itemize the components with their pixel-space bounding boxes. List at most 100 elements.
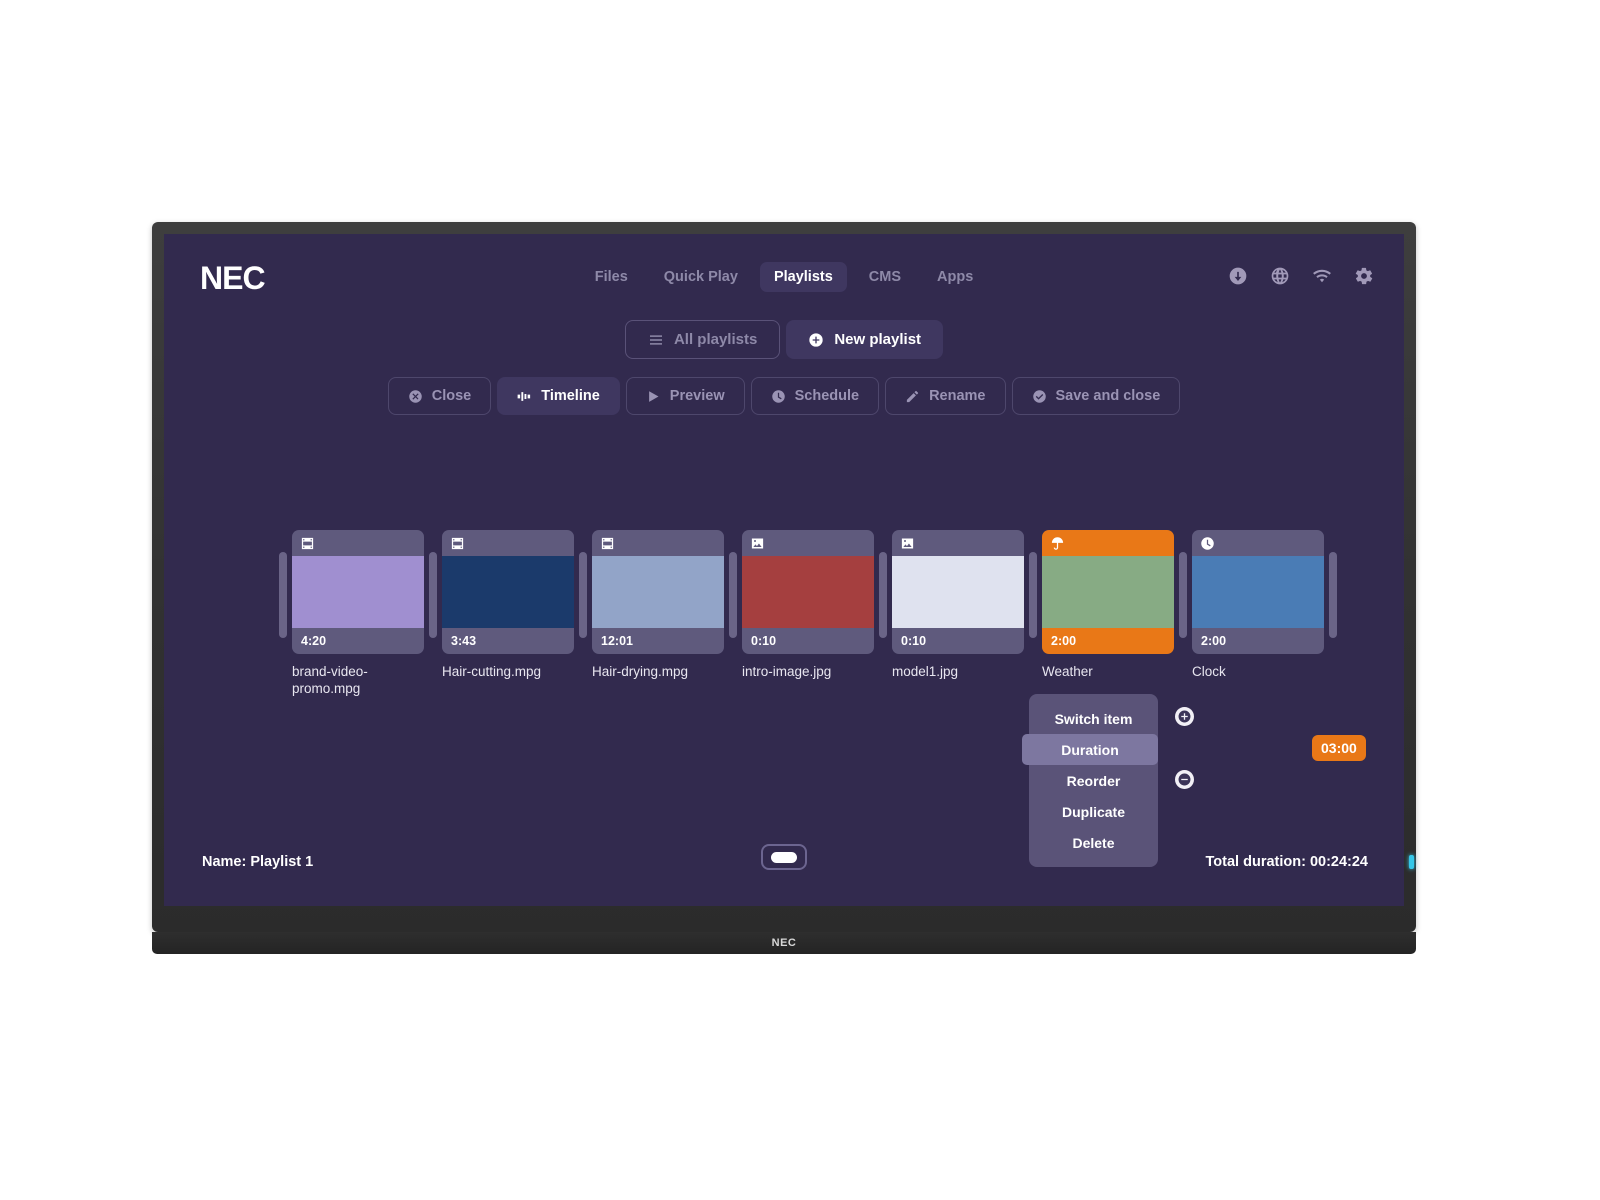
screen-footer: Name: Playlist 1 Total duration: 00:24:2… <box>164 834 1404 906</box>
timeline-handle[interactable] <box>879 552 887 638</box>
increase-duration-button[interactable] <box>1175 707 1194 726</box>
item-duration: 12:01 <box>601 634 633 648</box>
decrease-duration-button[interactable] <box>1175 770 1194 789</box>
gear-icon[interactable] <box>1354 266 1374 286</box>
new-playlist-button[interactable]: New playlist <box>786 320 944 359</box>
all-playlists-label: All playlists <box>673 331 758 348</box>
timeline-item[interactable]: 0:10 intro-image.jpg <box>742 530 874 680</box>
display-device: NEC Files Quick Play Playlists CMS Apps <box>152 222 1416 932</box>
timeline-card-foot: 0:10 <box>892 628 1024 654</box>
timeline-thumbnail <box>292 556 424 628</box>
all-playlists-button[interactable]: All playlists <box>624 320 781 359</box>
timeline-item[interactable]: 3:43 Hair-cutting.mpg <box>442 530 574 680</box>
close-button-label: Close <box>431 388 472 404</box>
timeline-thumbnail <box>442 556 574 628</box>
umbrella-icon <box>1051 536 1064 550</box>
nav-item-apps[interactable]: Apps <box>923 262 987 292</box>
rename-button[interactable]: Rename <box>885 377 1006 415</box>
duration-value-badge[interactable]: 03:00 <box>1312 735 1366 761</box>
film-icon <box>451 537 464 549</box>
screen: NEC Files Quick Play Playlists CMS Apps <box>164 234 1404 906</box>
timeline-card-head <box>1042 530 1174 556</box>
timeline-card[interactable]: 12:01 <box>592 530 724 654</box>
plus-circle-icon <box>809 332 823 347</box>
timeline-card[interactable]: 2:00 <box>1192 530 1324 654</box>
menu-item-reorder[interactable]: Reorder <box>1029 765 1158 796</box>
total-duration-label: Total duration: 00:24:24 <box>1205 854 1368 870</box>
main-navigation: Files Quick Play Playlists CMS Apps <box>164 262 1404 292</box>
timeline-card[interactable]: 0:10 <box>742 530 874 654</box>
timeline-item[interactable]: 4:20 brand-video-promo.mpg <box>292 530 424 697</box>
nav-item-playlists[interactable]: Playlists <box>759 262 847 292</box>
item-duration: 2:00 <box>1051 634 1077 648</box>
home-button[interactable] <box>761 844 807 870</box>
nav-item-files[interactable]: Files <box>581 262 642 292</box>
timeline-button-label: Timeline <box>541 388 600 404</box>
timeline-card-head <box>292 530 424 556</box>
item-name: Clock <box>1192 664 1226 679</box>
app-header: NEC Files Quick Play Playlists CMS Apps <box>164 234 1404 300</box>
plus-circle-icon <box>1178 710 1191 723</box>
timeline-card[interactable]: 2:00 <box>1042 530 1174 654</box>
item-name: model1.jpg <box>892 664 959 679</box>
preview-button[interactable]: Preview <box>625 377 745 415</box>
timeline-card-foot: 12:01 <box>592 628 724 654</box>
image-icon <box>901 538 914 548</box>
timeline-card[interactable]: 0:10 <box>892 530 1024 654</box>
timeline-handle[interactable] <box>1029 552 1037 638</box>
close-button[interactable]: Close <box>387 377 492 415</box>
minus-circle-icon <box>1178 773 1191 786</box>
header-icon-group <box>1228 266 1374 286</box>
item-name: intro-image.jpg <box>742 664 832 679</box>
timeline-handle[interactable] <box>579 552 587 638</box>
film-icon <box>301 537 314 549</box>
save-and-close-button[interactable]: Save and close <box>1011 377 1181 415</box>
item-name: Hair-cutting.mpg <box>442 664 542 679</box>
item-duration: 4:20 <box>301 634 327 648</box>
timeline-card[interactable]: 4:20 <box>292 530 424 654</box>
image-icon <box>751 538 764 548</box>
wifi-icon[interactable] <box>1312 266 1332 286</box>
timeline-item[interactable]: 0:10 model1.jpg <box>892 530 1024 680</box>
globe-icon[interactable] <box>1270 266 1290 286</box>
timeline-thumbnail <box>892 556 1024 628</box>
timeline-thumbnail <box>742 556 874 628</box>
timeline-handle[interactable] <box>729 552 737 638</box>
timeline-card-head <box>892 530 1024 556</box>
schedule-button-label: Schedule <box>794 388 860 404</box>
check-circle-icon <box>1032 389 1046 403</box>
timeline-handle[interactable] <box>279 552 287 638</box>
timeline-handle[interactable] <box>1329 552 1337 638</box>
menu-item-duplicate[interactable]: Duplicate <box>1029 796 1158 827</box>
item-duration: 0:10 <box>901 634 927 648</box>
nav-item-cms[interactable]: CMS <box>855 262 915 292</box>
menu-item-switch-item[interactable]: Switch item <box>1029 703 1158 734</box>
timeline-item-selected[interactable]: 2:00 Weather <box>1042 530 1174 680</box>
timeline-item[interactable]: 2:00 Clock <box>1192 530 1324 680</box>
timeline-card-head <box>742 530 874 556</box>
download-icon[interactable] <box>1228 266 1248 286</box>
rename-button-label: Rename <box>929 388 986 404</box>
bezel-logo: NEC <box>771 937 797 949</box>
nav-item-quick-play[interactable]: Quick Play <box>650 262 752 292</box>
schedule-button[interactable]: Schedule <box>750 377 880 415</box>
hamburger-icon <box>649 334 662 345</box>
timeline-card-foot: 4:20 <box>292 628 424 654</box>
timeline-card[interactable]: 3:43 <box>442 530 574 654</box>
play-icon <box>648 390 659 402</box>
close-circle-icon <box>408 389 422 403</box>
timeline-card-head <box>442 530 574 556</box>
menu-item-duration[interactable]: Duration <box>1022 734 1158 765</box>
film-icon <box>601 537 614 549</box>
timeline-item[interactable]: 12:01 Hair-drying.mpg <box>592 530 724 680</box>
timeline-handle[interactable] <box>1179 552 1187 638</box>
timeline-card-foot: 2:00 <box>1042 628 1174 654</box>
power-led-indicator <box>1409 855 1414 869</box>
timeline-handle[interactable] <box>429 552 437 638</box>
home-pill-icon <box>771 851 797 863</box>
item-name: Hair-drying.mpg <box>592 664 689 679</box>
clock-icon <box>1201 536 1214 550</box>
item-duration: 3:43 <box>451 634 477 648</box>
item-duration: 0:10 <box>751 634 777 648</box>
timeline-button[interactable]: Timeline <box>497 377 620 415</box>
